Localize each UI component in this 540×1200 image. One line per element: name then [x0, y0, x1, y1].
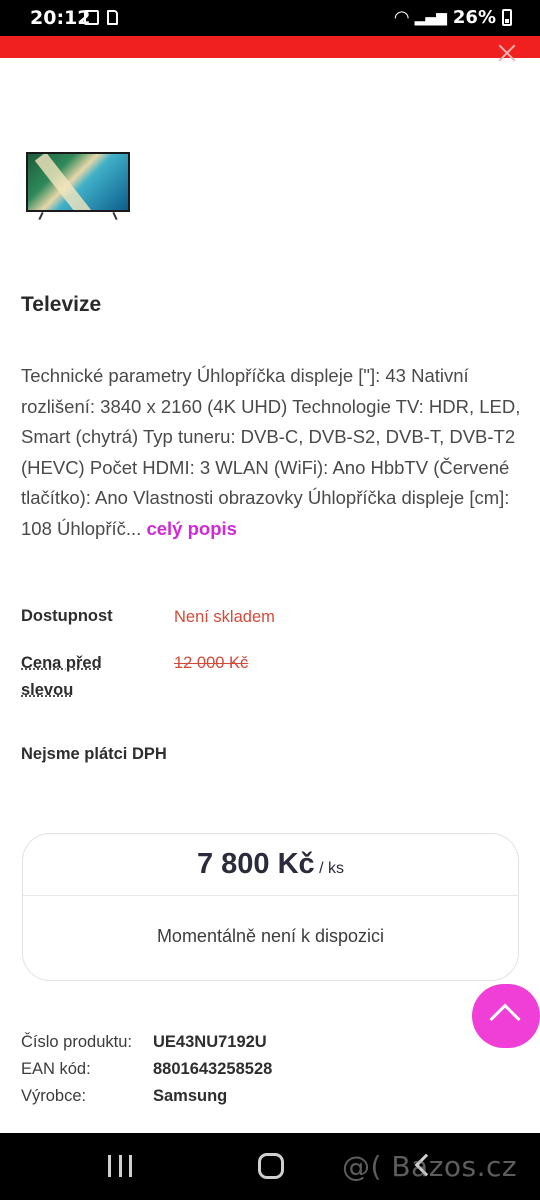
- status-time: 20:12: [30, 7, 91, 29]
- close-icon[interactable]: [496, 42, 518, 64]
- status-right: ◠ ▂▄▆ 26%: [395, 7, 512, 28]
- spec-label-manufacturer: Výrobce:: [21, 1087, 87, 1105]
- battery-percent: 26%: [452, 7, 496, 28]
- product-thumbnail[interactable]: [26, 152, 130, 221]
- tv-image: [26, 152, 130, 212]
- spec-value-product-number: UE43NU7192U: [153, 1033, 267, 1051]
- scroll-to-top-button[interactable]: [472, 984, 540, 1048]
- watermark: @( Bazos.cz: [342, 1150, 518, 1183]
- home-icon[interactable]: [258, 1153, 284, 1179]
- chevron-up-icon: [489, 1003, 521, 1035]
- notification-icons: [84, 10, 118, 25]
- description-text: Technické parametry Úhlopříčka displeje …: [21, 365, 521, 539]
- signal-icon: ▂▄▆: [414, 9, 447, 26]
- recent-apps-icon[interactable]: [108, 1155, 132, 1177]
- full-description-link[interactable]: celý popis: [146, 518, 236, 539]
- availability-value: Není skladem: [174, 608, 275, 626]
- spec-value-manufacturer: Samsung: [153, 1087, 228, 1105]
- wifi-icon: ◠: [394, 7, 409, 28]
- price-row: 7 800 Kč / ks: [23, 834, 518, 896]
- spec-value-ean: 8801643258528: [153, 1060, 273, 1078]
- price-unit: / ks: [319, 860, 345, 877]
- price-box: 7 800 Kč / ks Momentálně není k dispozic…: [22, 833, 519, 981]
- price: 7 800 Kč: [196, 848, 315, 880]
- sd-card-icon: [107, 10, 118, 25]
- spec-label-ean: EAN kód:: [21, 1060, 91, 1078]
- gallery-icon: [84, 10, 99, 25]
- status-bar: 20:12 ◠ ▂▄▆ 26%: [0, 0, 540, 36]
- availability-label: Dostupnost: [21, 607, 113, 625]
- old-price-label[interactable]: Cena před slevou: [21, 650, 121, 704]
- battery-icon: [502, 9, 512, 26]
- product-description: Technické parametry Úhlopříčka displeje …: [21, 361, 521, 544]
- old-price-value: 12 000 Kč: [174, 654, 249, 672]
- product-title: Televize: [21, 293, 102, 316]
- top-banner-bar: [0, 36, 540, 58]
- availability-message: Momentálně není k dispozici: [156, 926, 385, 946]
- vat-note: Nejsme plátci DPH: [21, 745, 167, 763]
- tv-stand-right: [112, 211, 118, 221]
- spec-label-product-number: Číslo produktu:: [21, 1033, 132, 1051]
- tv-stand-left: [38, 211, 44, 221]
